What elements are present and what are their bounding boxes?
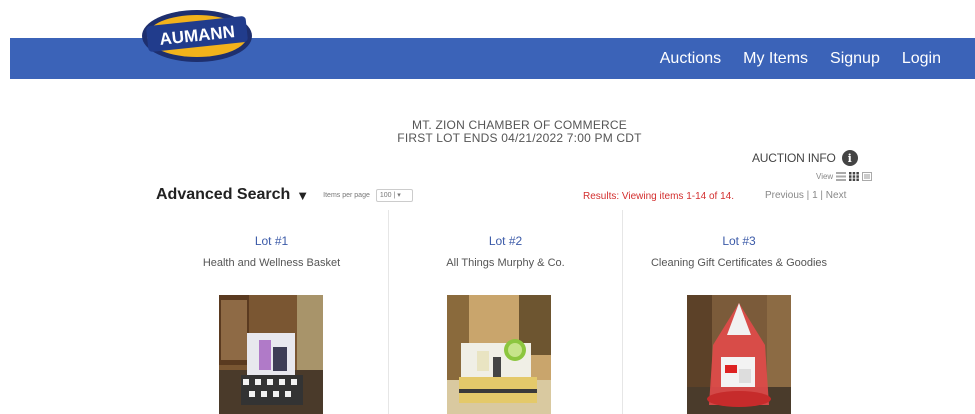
logo-graphic: AUMANN [142,10,252,62]
grid-view-icon[interactable] [849,172,860,181]
lot-number[interactable]: Lot #2 [389,234,622,248]
nav-signup-link[interactable]: Signup [830,50,880,68]
caret-down-icon[interactable]: ▼ [296,188,309,203]
pager-previous[interactable]: Previous [765,190,804,201]
basket-image [447,295,551,414]
pager-page-1[interactable]: 1 [812,190,818,201]
lot-title[interactable]: Health and Wellness Basket [155,257,388,269]
list-view-icon[interactable] [836,172,847,181]
view-label: View [816,172,834,181]
select-divider: | ▾ [391,192,401,199]
pager-next[interactable]: Next [826,190,847,201]
lot-photo[interactable] [219,295,323,414]
gallery-view-icon[interactable] [862,172,873,181]
basket-image [219,295,323,414]
items-per-page-label: Items per page [323,191,370,199]
pagination: Previous | 1 | Next [765,190,847,201]
auction-info-link[interactable]: AUCTION INFO i [752,150,858,166]
nav-links: Auctions My Items Signup Login [660,38,941,79]
lot-card[interactable]: Lot #1 Health and Wellness Basket [155,210,389,414]
nav-my-items-link[interactable]: My Items [743,50,808,68]
info-icon[interactable]: i [841,150,858,166]
nav-login-link[interactable]: Login [902,50,941,68]
items-per-page-value: 100 [379,191,392,199]
lot-title[interactable]: All Things Murphy & Co. [389,257,622,269]
lot-card[interactable]: Lot #2 All Things Murphy & Co. [389,210,623,414]
lot-photo[interactable] [447,295,551,414]
auction-header: MT. ZION CHAMBER OF COMMERCE FIRST LOT E… [0,119,975,145]
view-switcher: View [816,172,873,181]
advanced-search-bar: Advanced Search ▼ Items per page 100 | ▾ [156,186,413,204]
basket-image [687,295,791,414]
lot-grid: Lot #1 Health and Wellness Basket Lot #2 [155,210,855,414]
auction-info-label: AUCTION INFO [752,151,836,165]
lot-photo[interactable] [687,295,791,414]
auction-end-time: FIRST LOT ENDS 04/21/2022 7:00 PM CDT [397,131,642,145]
advanced-search-toggle[interactable]: Advanced Search [156,186,290,204]
lot-card[interactable]: Lot #3 Cleaning Gift Certificates & Good… [623,210,855,414]
nav-auctions-link[interactable]: Auctions [660,50,721,68]
lot-number[interactable]: Lot #1 [155,234,388,248]
items-per-page-select[interactable]: 100 | ▾ [375,188,413,202]
lot-title[interactable]: Cleaning Gift Certificates & Goodies [623,257,855,269]
lot-number[interactable]: Lot #3 [623,234,855,248]
aumann-logo[interactable]: AUMANN [139,4,255,66]
results-summary: Results: Viewing items 1-14 of 14. [583,191,735,202]
